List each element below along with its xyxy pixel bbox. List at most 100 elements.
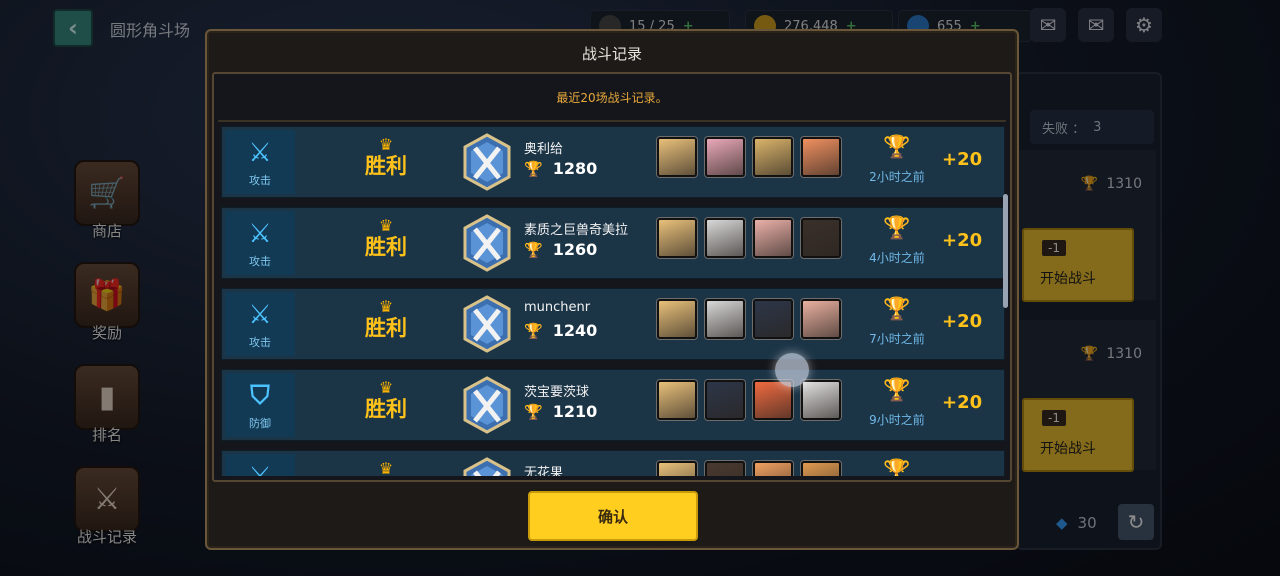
shield-icon: ⛉ [250,381,270,411]
dialog-subtitle: 最近20场战斗记录。 [556,91,668,105]
opponent-score-value: 1260 [552,240,598,259]
trophy-delta: +20 [942,230,983,251]
hero-portrait [705,299,745,339]
rank-emblem-icon [463,133,511,191]
opponent-name: 茨宝要茨球 [524,385,590,400]
rank-emblem-icon [463,457,511,476]
hero-portrait [705,218,745,258]
swords-icon: ⚔ [248,138,272,168]
team-portraits [657,218,841,258]
hero-portrait [657,380,697,420]
dialog-title: 战斗记录 [581,45,642,63]
crown-icon: ♛ [378,459,394,477]
result-label: 胜利 [365,154,407,178]
battle-time: 4小时之前 [869,251,925,265]
record-row: ⚔ 攻击 ♛ 胜利 素质之巨兽奇美拉 🏆 1260 🏆 4小时之前 +20 [221,207,1005,279]
hero-portrait [705,461,745,476]
hero-portrait [753,299,793,339]
rank-emblem-icon [463,295,511,353]
battle-type-label: 攻击 [249,336,271,349]
hero-portrait [801,299,841,339]
trophy-icon: 🏆 [883,459,911,476]
swords-icon: ⚔ [225,462,295,476]
trophy-icon: 🏆 [524,402,543,421]
swords-icon: ⚔ [248,300,272,330]
hero-portrait [801,218,841,258]
trophy-delta: +20 [942,149,983,170]
record-row: ⚔ ♛ 无花果 🏆 🏆 +20 [221,450,1005,476]
record-panel: 最近20场战斗记录。 ⚔ 攻击 ♛ 胜利 奥利给 🏆 1280 🏆 2小时之前 … [212,72,1012,482]
result-label: 胜利 [365,235,407,259]
team-portraits [657,137,841,177]
hero-portrait [657,461,697,476]
opponent-name: 素质之巨兽奇美拉 [524,223,629,238]
team-portraits [657,461,841,476]
confirm-button[interactable]: 确认 [528,491,698,541]
battle-type: ⛉ 防御 [225,373,295,437]
battle-type: ⚔ 攻击 [225,292,295,356]
trophy-icon: 🏆 [883,297,911,322]
hero-portrait [657,299,697,339]
opponent-score: 🏆 1240 [524,321,597,340]
opponent-score: 🏆 1210 [524,402,597,421]
trophy-icon: 🏆 [883,216,911,241]
battle-time: 7小时之前 [869,332,925,346]
crown-icon: ♛ [378,135,394,154]
battle-result: ♛ 胜利 [346,218,426,260]
team-portraits [657,380,841,420]
opponent-score-value: 1240 [552,321,598,340]
opponent-score-value: 1210 [552,402,598,421]
trophy-icon: 🏆 [524,321,543,340]
battle-type-label: 攻击 [249,255,271,268]
hero-portrait [753,218,793,258]
hero-portrait [801,380,841,420]
opponent-score: 🏆 1260 [524,240,597,259]
trophy-delta: +20 [942,392,983,413]
trophy-delta: +20 [942,473,982,476]
opponent-name: munchenr [524,300,591,315]
hero-portrait [705,380,745,420]
battle-type: ⚔ 攻击 [225,130,295,194]
crown-icon: ♛ [378,216,394,235]
battle-time: 2小时之前 [869,170,925,184]
battle-result: ♛ 胜利 [346,137,426,179]
opponent-name: 奥利给 [524,142,564,157]
swords-icon: ⚔ [248,219,272,249]
result-label: 胜利 [365,316,407,340]
battle-result: ♛ [346,459,426,477]
opponent-score: 🏆 1280 [524,159,597,178]
battle-result: ♛ 胜利 [346,299,426,341]
trophy-icon: 🏆 [524,240,543,259]
trophy-icon: 🏆 [883,378,911,403]
crown-icon: ♛ [378,297,394,316]
battle-type: ⚔ 攻击 [225,211,295,275]
hero-portrait [657,218,697,258]
record-row: ⚔ 攻击 ♛ 胜利 奥利给 🏆 1280 🏆 2小时之前 +20 [221,126,1005,198]
scrollbar[interactable] [1003,194,1008,308]
hero-portrait [801,137,841,177]
trophy-icon: 🏆 [883,135,911,160]
battle-type-label: 防御 [249,417,271,430]
hero-portrait [657,137,697,177]
crown-icon: ♛ [378,378,394,397]
hero-portrait [801,461,841,476]
result-label: 胜利 [365,397,407,421]
touch-indicator [775,353,809,387]
divider [218,120,1006,122]
battle-record-dialog: 战斗记录 最近20场战斗记录。 ⚔ 攻击 ♛ 胜利 奥利给 🏆 1280 🏆 2… [205,29,1019,550]
hero-portrait [753,461,793,476]
battle-result: ♛ 胜利 [346,380,426,422]
team-portraits [657,299,841,339]
battle-type: ⚔ [225,454,295,476]
opponent-name: 无花果 [524,466,564,476]
record-row: ⛉ 防御 ♛ 胜利 茨宝要茨球 🏆 1210 🏆 9小时之前 +20 [221,369,1005,441]
trophy-icon: 🏆 [524,159,543,178]
battle-time: 9小时之前 [869,413,925,427]
battle-type-label: 攻击 [249,174,271,187]
trophy-delta: +20 [942,311,983,332]
record-row: ⚔ 攻击 ♛ 胜利 munchenr 🏆 1240 🏆 7小时之前 +20 [221,288,1005,360]
hero-portrait [753,137,793,177]
record-list[interactable]: ⚔ 攻击 ♛ 胜利 奥利给 🏆 1280 🏆 2小时之前 +20 ⚔ 攻击 ♛ … [221,126,1005,476]
rank-emblem-icon [463,376,511,434]
rank-emblem-icon [463,214,511,272]
